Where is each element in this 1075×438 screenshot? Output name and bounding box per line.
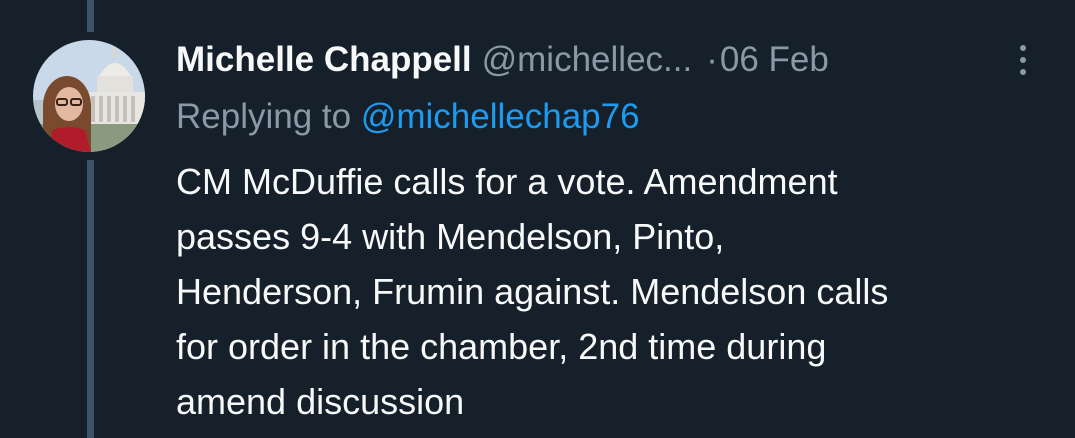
separator-dot: ·: [706, 40, 718, 79]
display-name[interactable]: Michelle Chappell: [176, 40, 472, 79]
tweet-header: Michelle Chappell @michellec... ·06 Feb: [176, 34, 1036, 86]
tweet-text-line: for order in the chamber, 2nd time durin…: [176, 326, 827, 367]
avatar[interactable]: [33, 40, 145, 152]
avatar-photo: [33, 40, 145, 152]
tweet-text-line: amend discussion: [176, 381, 465, 422]
replying-to-label: Replying to: [176, 97, 352, 136]
more-vertical-icon-dot: [1020, 57, 1026, 63]
more-vertical-icon: [1020, 45, 1026, 51]
more-options-button[interactable]: [1014, 40, 1032, 80]
more-vertical-icon-dot: [1020, 69, 1026, 75]
thread-line-top: [87, 0, 94, 32]
tweet-text-line: passes 9-4 with Mendelson, Pinto,: [176, 216, 725, 257]
tweet-text: CM McDuffie calls for a vote. Amendment …: [176, 154, 1056, 429]
timestamp[interactable]: 06 Feb: [720, 40, 829, 79]
replying-to-mention[interactable]: @michellechap76: [361, 97, 640, 136]
replying-to-line: Replying to @michellechap76: [176, 94, 640, 140]
thread-line-bottom: [87, 160, 94, 438]
tweet-text-line: Henderson, Frumin against. Mendelson cal…: [176, 271, 889, 312]
tweet-text-line: CM McDuffie calls for a vote. Amendment: [176, 161, 838, 202]
user-handle[interactable]: @michellec...: [482, 40, 693, 79]
